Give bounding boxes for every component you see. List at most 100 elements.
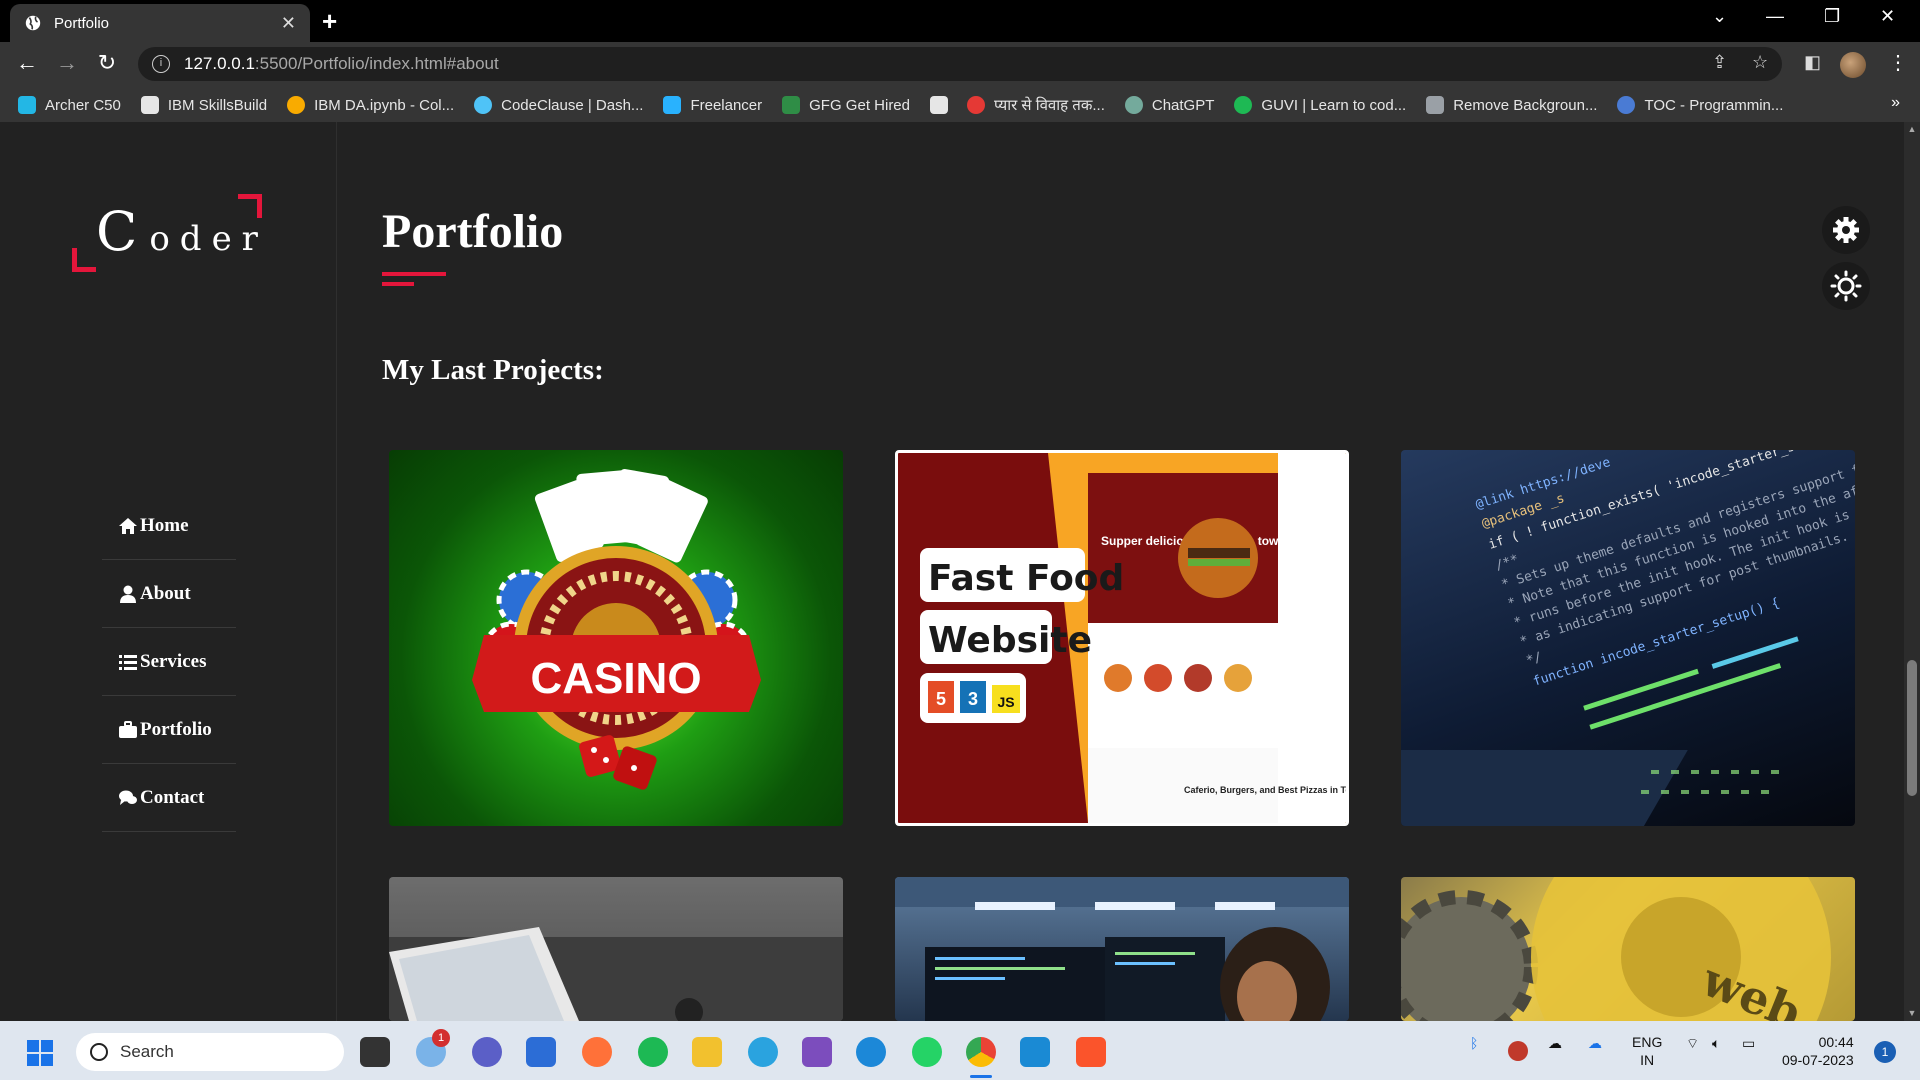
food-title-line1: Fast Food [928, 558, 1124, 599]
url-path: :5500/Portfolio/index.html#about [254, 54, 499, 73]
task-view-icon[interactable] [360, 1037, 390, 1067]
bookmark-item[interactable]: Freelancer [663, 96, 762, 114]
settings-button[interactable] [1822, 206, 1870, 254]
nav-label: Contact [140, 786, 205, 808]
bookmark-label: प्यार से विवाह तक... [994, 97, 1105, 114]
new-tab-button[interactable]: + [322, 6, 337, 37]
bookmark-item[interactable]: IBM SkillsBuild [140, 96, 268, 114]
taskbar: Search 1 ᛒ ☁ ☁ ENG IN ⌔ 🔈︎ ▭ 00:44 09-07… [0, 1021, 1920, 1080]
whatsapp-icon[interactable] [912, 1037, 942, 1067]
bookmark-item[interactable]: TOC - Programmin... [1617, 96, 1783, 114]
heart-icon [967, 96, 985, 114]
project-card-web-gears[interactable]: web [1401, 877, 1855, 1021]
bookmark-item[interactable]: CodeClause | Dash... [474, 96, 643, 114]
battery-icon[interactable]: ▭ [1742, 1035, 1755, 1052]
bookmark-item[interactable]: GFG Get Hired [782, 96, 910, 114]
project-card-developer[interactable] [895, 877, 1349, 1021]
chrome-icon[interactable] [966, 1037, 996, 1067]
project-card-casino[interactable]: CASINO [389, 450, 843, 826]
bookmark-label: IBM SkillsBuild [167, 96, 268, 114]
bookmark-label: CodeClause | Dash... [501, 96, 644, 114]
restore-button[interactable]: ❐ [1824, 6, 1840, 27]
logo-bracket [72, 248, 96, 272]
nav-about[interactable]: About [102, 560, 236, 628]
wifi-icon[interactable]: ⌔ [1686, 1035, 1699, 1053]
windows-start-icon[interactable] [26, 1039, 54, 1067]
bluetooth-icon[interactable]: ᛒ [1470, 1035, 1478, 1051]
teams-icon[interactable] [472, 1037, 502, 1067]
firefox-icon[interactable] [582, 1037, 612, 1067]
address-bar[interactable]: i 127.0.0.1:5500/Portfolio/index.html#ab… [138, 47, 1782, 81]
bookmark-item[interactable] [930, 96, 957, 114]
profile-avatar[interactable] [1840, 52, 1866, 78]
bookmark-item[interactable]: Archer C50 [18, 96, 121, 114]
edge-icon[interactable] [856, 1037, 886, 1067]
nav-portfolio[interactable]: Portfolio [102, 696, 236, 764]
vscode-icon[interactable] [1020, 1037, 1050, 1067]
bookmark-item[interactable]: प्यार से विवाह तक... [967, 95, 1105, 115]
bookmark-item[interactable]: GUVI | Learn to cod... [1234, 96, 1406, 114]
page-scrollbar[interactable]: ▲ ▼ [1904, 122, 1920, 1021]
bookmark-label: GUVI | Learn to cod... [1261, 96, 1407, 114]
share-icon[interactable]: ⇪ [1712, 52, 1727, 73]
notification-center-badge[interactable]: 1 [1874, 1041, 1896, 1063]
more-bookmarks-icon[interactable]: » [1891, 94, 1900, 112]
developer-office-image [895, 877, 1349, 1021]
browser-tab[interactable]: Portfolio ✕ [10, 4, 310, 42]
user-icon [120, 585, 136, 603]
scroll-thumb[interactable] [1907, 660, 1917, 796]
tab-search-icon[interactable]: ⌄ [1712, 6, 1727, 27]
brave-icon[interactable] [1076, 1037, 1106, 1067]
food-title-line2: Website [928, 620, 1092, 661]
nav-contact[interactable]: Contact [102, 764, 236, 832]
nav-services[interactable]: Services [102, 628, 236, 696]
project-card-laptop[interactable] [389, 877, 843, 1021]
cloud-outline-icon[interactable]: ☁ [1548, 1035, 1562, 1052]
clipchamp-icon[interactable] [802, 1037, 832, 1067]
web-gears-image: web [1401, 877, 1831, 1021]
spotify-icon[interactable] [638, 1037, 668, 1067]
bookmark-item[interactable]: IBM DA.ipynb - Col... [287, 96, 454, 114]
bookmark-item[interactable]: ChatGPT [1124, 96, 1214, 114]
search-icon [90, 1043, 108, 1061]
page-viewport: Coder Home About Services Portfolio Cont… [0, 122, 1920, 1021]
logo-initial: C [96, 200, 150, 263]
telegram-icon[interactable] [748, 1037, 778, 1067]
volume-icon[interactable]: 🔈︎ [1712, 1035, 1720, 1052]
close-window-button[interactable]: ✕ [1880, 6, 1895, 27]
security-icon[interactable] [1508, 1041, 1528, 1061]
scroll-down-icon[interactable]: ▼ [1907, 1008, 1917, 1018]
file-explorer-icon[interactable] [692, 1037, 722, 1067]
gear-icon [1833, 217, 1859, 243]
scroll-up-icon[interactable]: ▲ [1907, 124, 1917, 134]
bookmark-star-icon[interactable]: ☆ [1752, 52, 1768, 73]
clock-date: 09-07-2023 [1782, 1052, 1854, 1068]
nav-label: About [140, 582, 191, 604]
casino-image: CASINO [472, 468, 761, 790]
project-card-food-website[interactable]: Supper delicious Burger in town! Fast Fo… [895, 450, 1349, 826]
main-nav: Home About Services Portfolio Contact [102, 492, 236, 832]
store-icon[interactable] [526, 1037, 556, 1067]
nav-home[interactable]: Home [102, 492, 236, 560]
food-footer-text: Caferio, Burgers, and Best Pizzas in Tow… [1184, 785, 1346, 795]
close-tab-icon[interactable]: ✕ [281, 13, 296, 34]
forward-button[interactable]: → [52, 50, 82, 76]
side-panel-icon[interactable]: ◧ [1804, 52, 1821, 73]
project-card-code[interactable]: @link https://deve @package _s if ( ! fu… [1401, 450, 1855, 826]
site-info-icon[interactable]: i [152, 55, 170, 73]
theme-toggle-button[interactable] [1822, 262, 1870, 310]
reload-button[interactable]: ↻ [92, 50, 122, 76]
onedrive-icon[interactable]: ☁ [1588, 1035, 1602, 1052]
bookmark-label: Archer C50 [45, 96, 121, 114]
taskbar-search[interactable]: Search [76, 1033, 344, 1071]
back-button[interactable]: ← [12, 50, 42, 76]
language-indicator[interactable]: ENG IN [1632, 1033, 1662, 1069]
gfg-icon [782, 96, 801, 114]
bookmark-item[interactable]: Remove Backgroun... [1426, 96, 1597, 114]
browser-menu-icon[interactable]: ⋮ [1888, 50, 1908, 75]
codeclause-icon [474, 96, 493, 114]
bookmark-label: TOC - Programmin... [1644, 96, 1784, 114]
system-clock[interactable]: 00:44 09-07-2023 [1782, 1033, 1854, 1069]
svg-text:*/: */ [1524, 650, 1544, 669]
minimize-button[interactable]: — [1766, 6, 1784, 27]
